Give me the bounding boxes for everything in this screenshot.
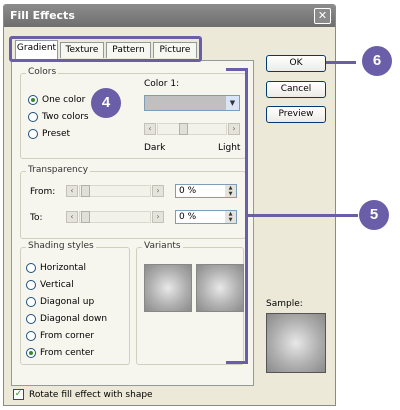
callout-4: 4 (91, 88, 121, 118)
from-value[interactable]: 0 % (179, 186, 196, 196)
to-value[interactable]: 0 % (179, 212, 196, 222)
two-colors-label: Two colors (42, 112, 89, 122)
vertical-radio[interactable] (26, 280, 36, 290)
dark-light-thumb[interactable] (179, 123, 188, 135)
horizontal-label: Horizontal (40, 263, 86, 273)
from-center-radio[interactable] (26, 348, 36, 358)
callout-5-line (248, 214, 358, 217)
dark-light-slider[interactable] (157, 123, 227, 135)
rotate-label: Rotate fill effect with shape (29, 390, 153, 400)
from-right-button[interactable]: › (152, 185, 164, 197)
variants-label: Variants (142, 241, 183, 251)
two-colors-radio[interactable] (28, 112, 38, 122)
diagonal-up-label: Diagonal up (40, 297, 95, 307)
transparency-group (20, 171, 246, 239)
fill-effects-dialog: Fill Effects ✕ Colors One color Two colo… (3, 4, 336, 406)
callout-6: 6 (362, 46, 392, 76)
title-bar[interactable]: Fill Effects ✕ (4, 5, 335, 27)
callout-6-line (326, 61, 356, 64)
tab-picture[interactable]: Picture (153, 42, 197, 58)
one-color-label: One color (42, 95, 86, 105)
preset-label: Preset (42, 129, 71, 139)
diagonal-up-radio[interactable] (26, 297, 36, 307)
tab-texture[interactable]: Texture (60, 42, 104, 58)
from-left-button[interactable]: ‹ (66, 185, 78, 197)
callout-5: 5 (359, 200, 389, 230)
to-left-button[interactable]: ‹ (66, 211, 78, 223)
color1-label: Color 1: (144, 79, 180, 89)
from-corner-label: From corner (40, 331, 95, 341)
rotate-checkbox[interactable]: ✓ (13, 389, 24, 400)
to-right-button[interactable]: › (152, 211, 164, 223)
to-label: To: (30, 213, 43, 223)
cancel-button[interactable]: Cancel (266, 81, 326, 98)
colors-group-label: Colors (26, 67, 59, 77)
from-center-label: From center (40, 348, 95, 358)
sample-preview (266, 313, 326, 373)
diagonal-down-label: Diagonal down (40, 314, 108, 324)
sample-label: Sample: (266, 299, 303, 309)
preview-button[interactable]: Preview (266, 106, 326, 123)
to-thumb[interactable] (81, 211, 90, 223)
transparency-group-label: Transparency (26, 165, 91, 175)
variant-1[interactable] (144, 264, 192, 312)
shading-styles-label: Shading styles (26, 241, 96, 251)
tab-strip: Gradient Texture Pattern Picture (9, 36, 202, 62)
from-label: From: (30, 187, 56, 197)
dialog-title: Fill Effects (10, 9, 75, 22)
callout-5-bracket (226, 68, 248, 364)
close-button[interactable]: ✕ (314, 8, 331, 24)
from-corner-radio[interactable] (26, 331, 36, 341)
from-thumb[interactable] (81, 185, 90, 197)
tab-gradient[interactable]: Gradient (15, 40, 58, 59)
vertical-label: Vertical (40, 280, 74, 290)
diagonal-down-radio[interactable] (26, 314, 36, 324)
preset-radio[interactable] (28, 129, 38, 139)
dark-label: Dark (144, 143, 166, 153)
ok-button[interactable]: OK (266, 55, 326, 72)
horizontal-radio[interactable] (26, 263, 36, 273)
gradient-tab-panel: Colors One color Two colors Preset Color… (11, 60, 254, 386)
dark-light-left-button[interactable]: ‹ (144, 123, 156, 135)
one-color-radio[interactable] (28, 95, 38, 105)
tab-pattern[interactable]: Pattern (106, 42, 151, 58)
